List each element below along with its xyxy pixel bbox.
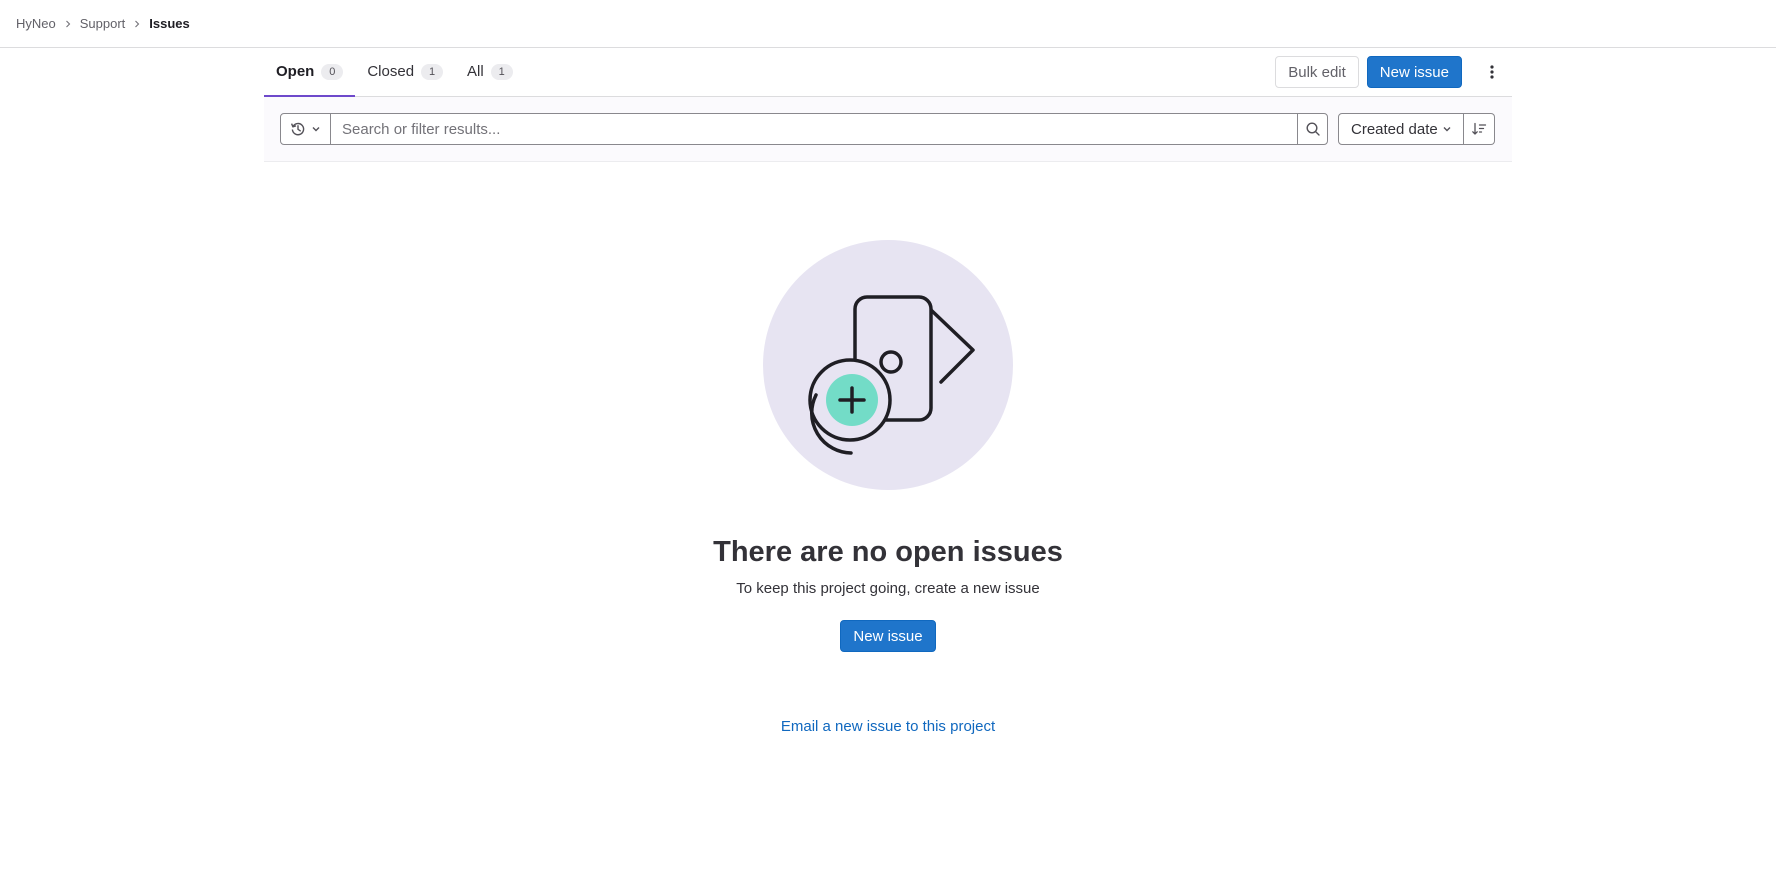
tab-count-badge: 1 xyxy=(421,63,444,80)
filter-bar: Created date xyxy=(264,97,1512,162)
new-issue-button[interactable]: New issue xyxy=(1366,56,1462,88)
chevron-right-icon xyxy=(64,20,72,28)
search-button[interactable] xyxy=(1297,113,1328,145)
chevron-right-icon xyxy=(133,20,141,28)
issue-state-tabs: Open 0 Closed 1 All 1 xyxy=(264,48,525,97)
search-input[interactable] xyxy=(331,113,1297,145)
kebab-icon[interactable] xyxy=(1476,56,1508,88)
tab-label: All xyxy=(467,63,484,80)
history-icon xyxy=(290,121,306,137)
empty-new-issue-button[interactable]: New issue xyxy=(840,620,936,652)
sort-label: Created date xyxy=(1351,120,1438,138)
chevron-down-icon xyxy=(1441,123,1453,135)
tab-all[interactable]: All 1 xyxy=(455,48,525,97)
sort-icon xyxy=(1471,121,1487,137)
empty-state-title: There are no open issues xyxy=(713,536,1063,568)
tab-label: Closed xyxy=(367,63,415,80)
recent-searches-dropdown[interactable] xyxy=(280,113,331,145)
sort-dropdown[interactable]: Created date xyxy=(1338,113,1464,145)
breadcrumb: HyNeo Support Issues xyxy=(16,16,190,31)
breadcrumb-item-support[interactable]: Support xyxy=(80,16,126,31)
tab-closed[interactable]: Closed 1 xyxy=(355,48,455,97)
header-actions: Bulk edit New issue xyxy=(1275,48,1512,96)
empty-state: There are no open issues To keep this pr… xyxy=(0,240,1776,735)
empty-state-description: To keep this project going, create a new… xyxy=(736,580,1040,597)
tabs-bar: Open 0 Closed 1 All 1 Bulk edit New issu… xyxy=(264,48,1512,97)
tab-count-badge: 0 xyxy=(321,63,344,80)
issues-container: Open 0 Closed 1 All 1 Bulk edit New issu… xyxy=(264,48,1512,162)
search-icon xyxy=(1305,121,1321,137)
tab-open[interactable]: Open 0 xyxy=(264,48,356,97)
top-bar: HyNeo Support Issues xyxy=(0,0,1776,48)
bulk-edit-button[interactable]: Bulk edit xyxy=(1275,56,1359,88)
breadcrumb-item-issues[interactable]: Issues xyxy=(149,16,189,31)
email-new-issue-link[interactable]: Email a new issue to this project xyxy=(781,718,995,735)
tab-count-badge: 1 xyxy=(490,63,513,80)
sort-direction-button[interactable] xyxy=(1464,113,1495,145)
breadcrumb-item-hyneo[interactable]: HyNeo xyxy=(16,16,56,31)
tab-label: Open xyxy=(276,63,315,80)
chevron-down-icon xyxy=(310,123,322,135)
empty-issues-illustration xyxy=(763,240,1013,490)
